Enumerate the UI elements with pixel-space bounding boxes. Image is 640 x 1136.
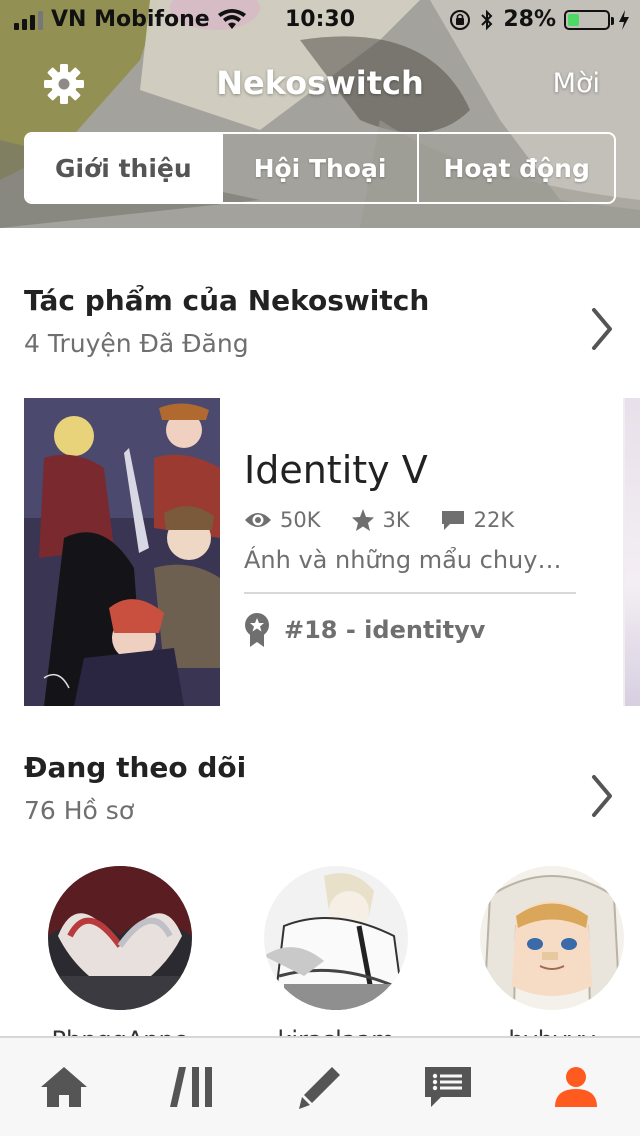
profile-item[interactable]: hyhyyy <box>462 866 640 1054</box>
tab-profile[interactable] <box>536 1047 616 1127</box>
story-reads-count: 50K <box>280 508 321 532</box>
following-title: Đang theo dõi <box>24 751 247 784</box>
messages-icon <box>425 1067 471 1107</box>
carrier-name: VN Mobifone <box>51 7 210 32</box>
story-rank-label: #18 - identityv <box>284 616 486 644</box>
battery-level <box>568 13 579 26</box>
profile-item[interactable]: kiraslaam <box>246 866 426 1054</box>
story-description: Ảnh và những mẩu chuyện nhỏ <box>244 546 576 574</box>
story-stats: 50K 3K 22K <box>244 508 576 532</box>
orientation-lock-icon <box>450 9 471 30</box>
story-cover-art <box>24 398 220 706</box>
profile-tabs: Giới thiệu Hội Thoại Hoạt động <box>24 132 616 204</box>
battery-percentage: 28% <box>503 7 556 32</box>
works-title: Tác phẩm của Nekoswitch <box>24 284 430 317</box>
works-count: 4 Truyện Đã Đăng <box>24 329 249 358</box>
story-ranking[interactable]: #18 - identityv <box>244 612 576 648</box>
following-profiles: PhnggAnne kiraslaam <box>0 866 640 1054</box>
signal-strength-icon <box>14 10 43 30</box>
story-divider <box>244 592 576 594</box>
following-count: 76 Hồ sơ <box>24 796 135 825</box>
tab-library[interactable] <box>152 1047 232 1127</box>
next-story-cover[interactable] <box>623 398 640 706</box>
bottom-tab-bar <box>0 1036 640 1136</box>
story-votes-count: 3K <box>382 508 410 532</box>
comment-icon <box>441 511 464 530</box>
avatar-image <box>264 866 408 1010</box>
charging-icon <box>619 9 629 30</box>
avatar-image <box>48 866 192 1010</box>
gear-icon <box>44 64 84 104</box>
works-section-header[interactable]: Tác phẩm của Nekoswitch 4 Truyện Đã Đăng <box>24 284 616 358</box>
tab-about[interactable]: Giới thiệu <box>26 134 221 202</box>
story-card[interactable]: Identity V 50K 3K 22K Ảnh và những mẩu c… <box>24 398 616 706</box>
chevron-right-icon <box>592 308 612 350</box>
profile-username-title: Nekoswitch <box>216 64 424 102</box>
story-title[interactable]: Identity V <box>244 448 576 492</box>
tab-messages[interactable] <box>408 1047 488 1127</box>
ribbon-badge-icon <box>245 613 269 647</box>
profile-icon <box>555 1067 597 1107</box>
tab-write[interactable] <box>280 1047 360 1127</box>
invite-button[interactable]: Mời <box>553 68 600 99</box>
profile-header: VN Mobifone 10:30 28% Nekoswitch Mời Giớ… <box>0 0 640 228</box>
following-section-header[interactable]: Đang theo dõi 76 Hồ sơ <box>24 751 616 825</box>
avatar[interactable] <box>264 866 408 1010</box>
star-icon <box>351 509 374 531</box>
status-bar: VN Mobifone 10:30 28% <box>0 0 640 40</box>
write-icon <box>299 1067 340 1109</box>
tab-conversations[interactable]: Hội Thoại <box>220 134 418 202</box>
chevron-right-icon <box>592 775 612 817</box>
profile-item[interactable]: PhnggAnne <box>30 866 210 1054</box>
bluetooth-icon <box>481 9 493 30</box>
avatar-image <box>480 866 624 1010</box>
library-icon <box>170 1067 212 1107</box>
story-cover[interactable] <box>24 398 220 706</box>
battery-icon <box>564 9 614 30</box>
wifi-icon <box>217 8 246 29</box>
tab-home[interactable] <box>24 1047 104 1127</box>
tab-activity[interactable]: Hoạt động <box>417 134 614 202</box>
avatar[interactable] <box>48 866 192 1010</box>
eye-icon <box>245 513 271 527</box>
home-icon <box>41 1067 87 1107</box>
avatar[interactable] <box>480 866 624 1010</box>
story-comments-count: 22K <box>473 508 515 532</box>
settings-button[interactable] <box>40 60 88 108</box>
